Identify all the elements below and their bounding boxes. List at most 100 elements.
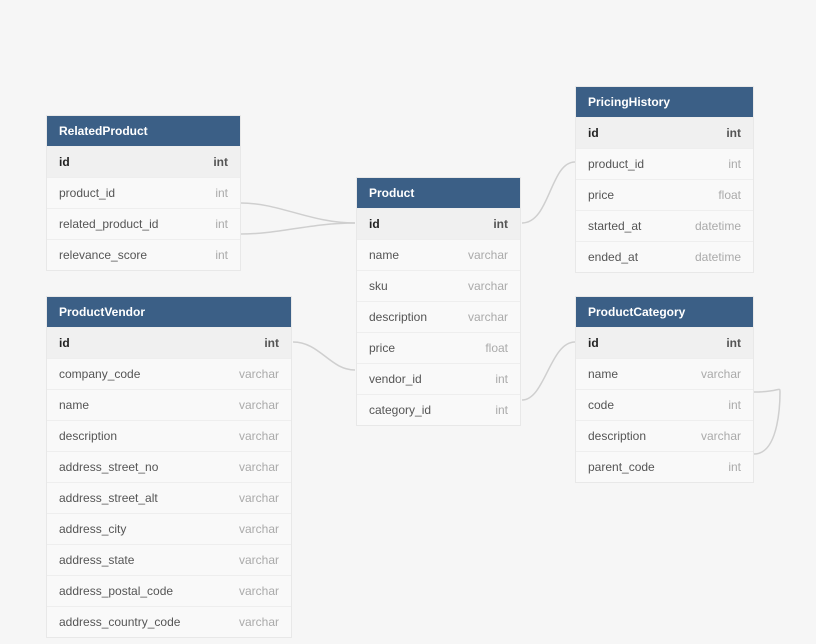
field-name: related_product_id	[59, 217, 158, 231]
field-name: category_id	[369, 403, 431, 417]
field-type: int	[726, 336, 741, 350]
field-type: varchar	[468, 248, 508, 262]
field-name: ended_at	[588, 250, 638, 264]
field-row: sku varchar	[357, 270, 520, 301]
field-name: name	[59, 398, 89, 412]
field-name: company_code	[59, 367, 140, 381]
table-product-category[interactable]: ProductCategory id int name varchar code in…	[575, 296, 754, 483]
field-name: price	[369, 341, 395, 355]
field-row: product_id int	[47, 177, 240, 208]
field-row: address_city varchar	[47, 513, 291, 544]
field-type: datetime	[695, 219, 741, 233]
field-name: description	[588, 429, 646, 443]
field-row: parent_code int	[576, 451, 753, 482]
field-name: vendor_id	[369, 372, 422, 386]
field-row: address_street_alt varchar	[47, 482, 291, 513]
field-type: varchar	[239, 429, 279, 443]
field-type: varchar	[701, 367, 741, 381]
field-type: datetime	[695, 250, 741, 264]
field-row: price float	[576, 179, 753, 210]
field-type: int	[264, 336, 279, 350]
field-name: address_city	[59, 522, 126, 536]
field-row: id int	[576, 327, 753, 358]
field-name: description	[369, 310, 427, 324]
field-row: id int	[47, 327, 291, 358]
field-type: int	[215, 217, 228, 231]
field-type: int	[728, 398, 741, 412]
field-row: address_country_codevarchar	[47, 606, 291, 637]
field-name: started_at	[588, 219, 641, 233]
field-row: company_code varchar	[47, 358, 291, 389]
field-row: address_state varchar	[47, 544, 291, 575]
field-row: id int	[357, 208, 520, 239]
field-name: id	[59, 336, 70, 350]
field-name: address_state	[59, 553, 134, 567]
field-type: int	[215, 186, 228, 200]
field-row: description varchar	[357, 301, 520, 332]
field-row: name varchar	[576, 358, 753, 389]
field-type: int	[213, 155, 228, 169]
table-header: ProductCategory	[576, 297, 753, 327]
field-name: id	[59, 155, 70, 169]
field-row: address_street_no varchar	[47, 451, 291, 482]
field-type: int	[728, 157, 741, 171]
field-row: started_at datetime	[576, 210, 753, 241]
field-type: int	[495, 403, 508, 417]
field-type: int	[726, 126, 741, 140]
field-name: price	[588, 188, 614, 202]
field-type: varchar	[468, 279, 508, 293]
field-name: address_country_code	[59, 615, 180, 629]
field-type: varchar	[239, 584, 279, 598]
field-type: int	[493, 217, 508, 231]
table-header: PricingHistory	[576, 87, 753, 117]
field-row: price float	[357, 332, 520, 363]
field-name: code	[588, 398, 614, 412]
field-row: namevarchar	[357, 239, 520, 270]
field-name: sku	[369, 279, 388, 293]
field-row: product_id int	[576, 148, 753, 179]
table-pricing-history[interactable]: PricingHistory id int product_id int price…	[575, 86, 754, 273]
field-row: vendor_id int	[357, 363, 520, 394]
field-name: parent_code	[588, 460, 655, 474]
field-row: id int	[47, 146, 240, 177]
table-header: ProductVendor	[47, 297, 291, 327]
field-row: ended_at datetime	[576, 241, 753, 272]
field-name: id	[588, 126, 599, 140]
table-product[interactable]: Product id int namevarchar sku varchar des…	[356, 177, 521, 426]
field-type: varchar	[468, 310, 508, 324]
field-row: description varchar	[47, 420, 291, 451]
field-name: address_postal_code	[59, 584, 173, 598]
field-name: product_id	[588, 157, 644, 171]
table-product-vendor[interactable]: ProductVendor idint company_codevarchar …	[46, 296, 292, 638]
field-name: name	[588, 367, 618, 381]
field-row: name varchar	[47, 389, 291, 420]
field-row: address_postal_code varchar	[47, 575, 291, 606]
field-name: product_id	[59, 186, 115, 200]
field-type: varchar	[239, 522, 279, 536]
field-type: int	[495, 372, 508, 386]
field-name: address_street_no	[59, 460, 158, 474]
field-type: varchar	[239, 553, 279, 567]
field-type: varchar	[701, 429, 741, 443]
field-name: id	[369, 217, 380, 231]
table-header: Product	[357, 178, 520, 208]
field-name: description	[59, 429, 117, 443]
field-name: relevance_score	[59, 248, 147, 262]
field-name: id	[588, 336, 599, 350]
field-row: category_id int	[357, 394, 520, 425]
field-type: varchar	[239, 491, 279, 505]
field-type: varchar	[239, 398, 279, 412]
field-row: id int	[576, 117, 753, 148]
field-type: float	[718, 188, 741, 202]
field-type: varchar	[239, 367, 279, 381]
field-row: related_product_id int	[47, 208, 240, 239]
field-row: code int	[576, 389, 753, 420]
table-related-product[interactable]: RelatedProduct idint product_idint relat…	[46, 115, 241, 271]
field-type: varchar	[239, 460, 279, 474]
field-type: int	[215, 248, 228, 262]
field-type: int	[728, 460, 741, 474]
field-row: relevance_score int	[47, 239, 240, 270]
field-name: address_street_alt	[59, 491, 158, 505]
field-type: float	[485, 341, 508, 355]
table-header: RelatedProduct	[47, 116, 240, 146]
